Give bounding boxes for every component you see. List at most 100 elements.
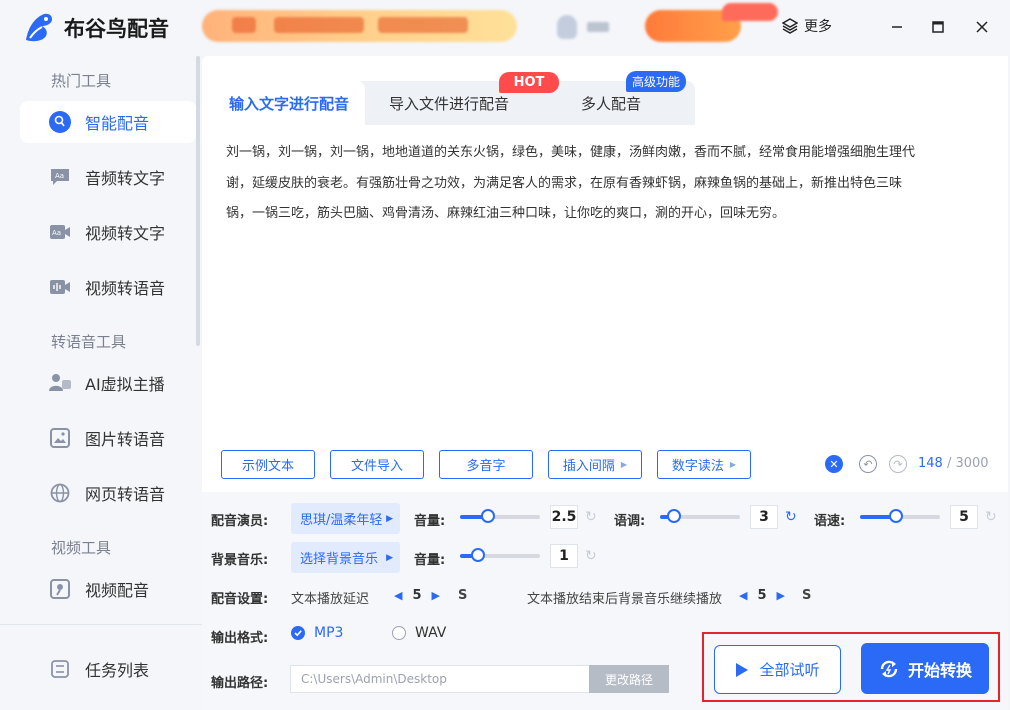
sidebar-item-label: 视频配音 [85,581,150,600]
more-button[interactable]: 更多 [782,16,832,36]
arrow-left-icon[interactable]: ◀ [394,589,402,602]
sidebar-scrollbar[interactable] [196,56,200,346]
path-value: C:\Users\Admin\Desktop [301,672,447,686]
close-icon [976,21,988,33]
sidebar-item-label: AI虚拟主播 [85,375,165,394]
title-bar: 布谷鸟配音 更多 [0,0,1010,56]
listen-all-button[interactable]: 全部试听 [714,645,841,694]
promo-banner[interactable] [202,10,517,42]
caret-right-icon: ▶ [386,552,393,563]
sidebar-group-video: 视频工具 [51,539,112,557]
maximize-icon [932,21,944,33]
vip-badge [722,3,778,21]
sidebar-item-web-to-voice[interactable]: 网页转语音 [20,472,196,514]
tail-label: 文本播放结束后背景音乐继续播放 [527,592,723,607]
maximize-button[interactable] [927,16,949,38]
delay-unit: S [458,588,468,603]
sidebar-divider [0,624,202,625]
start-convert-button[interactable]: 开始转换 [861,643,989,694]
arrow-right-icon[interactable]: ▶ [777,589,785,602]
file-import-button[interactable]: 文件导入 [330,450,424,479]
tail-value: 5 [757,588,767,603]
speed-label: 语速: [814,514,846,529]
reset-icon[interactable]: ↻ [985,509,997,525]
pitch-value[interactable]: 3 [750,505,778,529]
voice-label: 配音演员: [211,514,269,529]
sidebar-item-smart-dub[interactable]: 智能配音 [20,101,196,143]
play-icon [736,662,749,677]
speed-slider[interactable] [860,509,940,523]
change-path-button[interactable]: 更改路径 [589,665,669,693]
button-label: 文件导入 [350,459,403,474]
tab-input-text[interactable]: 输入文字进行配音 [213,81,366,125]
insert-pause-button[interactable]: 插入间隔 ▶ [548,450,642,479]
web-to-voice-icon [48,481,72,505]
voice-volume-slider[interactable] [460,509,540,523]
video-to-voice-icon [48,275,72,299]
sidebar-item-label: 网页转语音 [85,485,166,504]
sidebar-item-audio-to-text[interactable]: Aa 音频转文字 [20,156,196,198]
user-avatar[interactable] [553,13,617,41]
undo-icon[interactable]: ↶ [859,455,877,473]
delay-value: 5 [412,588,422,603]
image-to-voice-icon [48,426,72,450]
minimize-button[interactable] [886,16,908,38]
bgm-volume-label: 音量: [414,553,446,568]
voice-volume-value[interactable]: 2.5 [550,505,578,529]
format-wav-radio[interactable]: WAV [392,625,446,641]
app-title: 布谷鸟配音 [64,17,169,41]
sidebar-item-task-list[interactable]: 任务列表 [20,648,196,690]
sidebar-item-label: 视频转文字 [85,224,166,243]
arrow-right-icon[interactable]: ▶ [432,589,440,602]
char-max: / 3000 [946,456,989,471]
reset-icon[interactable]: ↻ [585,509,597,525]
tail-stepper[interactable]: ◀ 5 ▶ [739,588,785,603]
svg-text:Aa: Aa [55,172,64,180]
bgm-volume-slider[interactable] [460,548,540,562]
sidebar-item-video-to-text[interactable]: Aa 视频转文字 [20,211,196,253]
task-list-label: 任务列表 [85,661,150,680]
sidebar-item-image-to-voice[interactable]: 图片转语音 [20,417,196,459]
format-label: 输出格式: [211,631,269,646]
sidebar-item-video-dub[interactable]: 视频配音 [20,568,196,610]
number-reading-button[interactable]: 数字读法 ▶ [657,450,751,479]
close-button[interactable] [971,16,993,38]
script-line: 锅，一锅三吃，筋头巴脑、鸡骨清汤、麻辣红油三种口味，让你吃的爽口，涮的开心，回味… [226,206,786,221]
format-mp3-radio[interactable]: MP3 [291,625,343,641]
smart-dub-icon [48,110,72,134]
reset-icon[interactable]: ↻ [785,509,797,525]
script-line: 刘一锅，刘一锅，刘一锅，地地道道的关东火锅，绿色，美味，健康，汤鲜肉嫩，香而不腻… [226,145,916,160]
bgm-volume-value[interactable]: 1 [550,544,578,568]
speed-value[interactable]: 5 [950,505,978,529]
reset-icon[interactable]: ↻ [585,548,597,564]
sidebar-item-ai-anchor[interactable]: AI虚拟主播 [20,362,196,404]
clear-icon[interactable]: ✕ [825,455,843,473]
bgm-value: 选择背景音乐 [300,552,379,567]
button-label: 插入间隔 [562,459,615,474]
arrow-left-icon[interactable]: ◀ [739,589,747,602]
path-label: 输出路径: [211,676,269,691]
redo-icon[interactable]: ↷ [889,455,907,473]
sidebar-item-label: 音频转文字 [85,169,166,188]
config-label: 配音设置: [211,592,269,607]
delay-stepper[interactable]: ◀ 5 ▶ [394,588,440,603]
ai-anchor-icon [48,371,72,395]
hot-badge: HOT [499,72,559,93]
listen-label: 全部试听 [759,661,820,679]
output-path-input[interactable]: C:\Users\Admin\Desktop [290,665,590,693]
task-list-icon [48,657,72,681]
char-count: 148 [918,456,943,471]
script-text-area[interactable]: 刘一锅，刘一锅，刘一锅，地地道道的关东火锅，绿色，美味，健康，汤鲜肉嫩，香而不腻… [226,138,986,230]
app-logo-icon [26,13,52,42]
sidebar-item-video-to-voice[interactable]: 视频转语音 [20,266,196,308]
radio-empty-icon [392,626,406,640]
bgm-select[interactable]: 选择背景音乐 ▶ [291,542,400,573]
voice-volume-label: 音量: [414,514,446,529]
sample-text-button[interactable]: 示例文本 [221,450,315,479]
voice-select[interactable]: 思琪/温柔年轻 ▶ [291,503,400,534]
tab-import-file[interactable]: 导入文件进行配音 [389,81,509,125]
caret-right-icon: ▶ [386,513,393,524]
convert-icon [880,660,898,677]
pitch-slider[interactable] [660,509,740,523]
polyphone-button[interactable]: 多音字 [439,450,533,479]
